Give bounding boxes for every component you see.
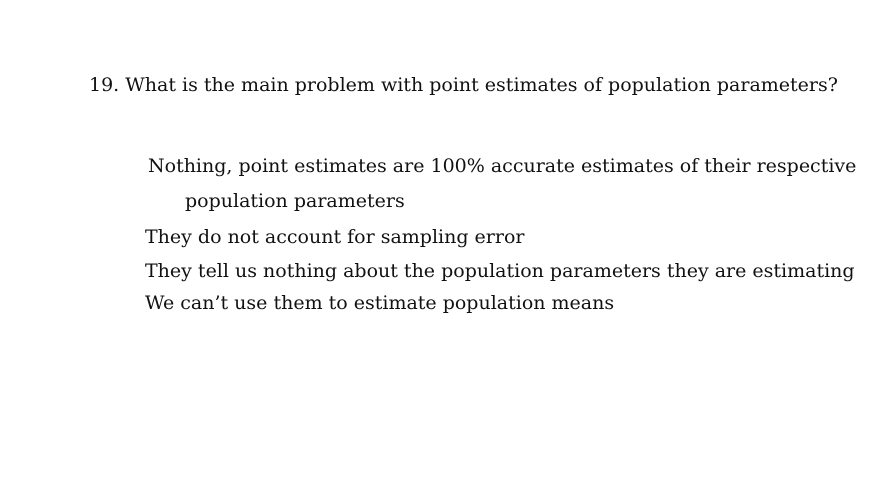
answer-option-4[interactable]: We can’t use them to estimate population…: [145, 290, 614, 316]
answer-option-1-line-1[interactable]: Nothing, point estimates are 100% accura…: [148, 153, 856, 179]
answer-option-2[interactable]: They do not account for sampling error: [145, 224, 525, 250]
question-text: 19. What is the main problem with point …: [89, 74, 838, 96]
answer-option-3[interactable]: They tell us nothing about the populatio…: [145, 258, 855, 284]
answer-option-1-line-2[interactable]: population parameters: [185, 188, 405, 214]
